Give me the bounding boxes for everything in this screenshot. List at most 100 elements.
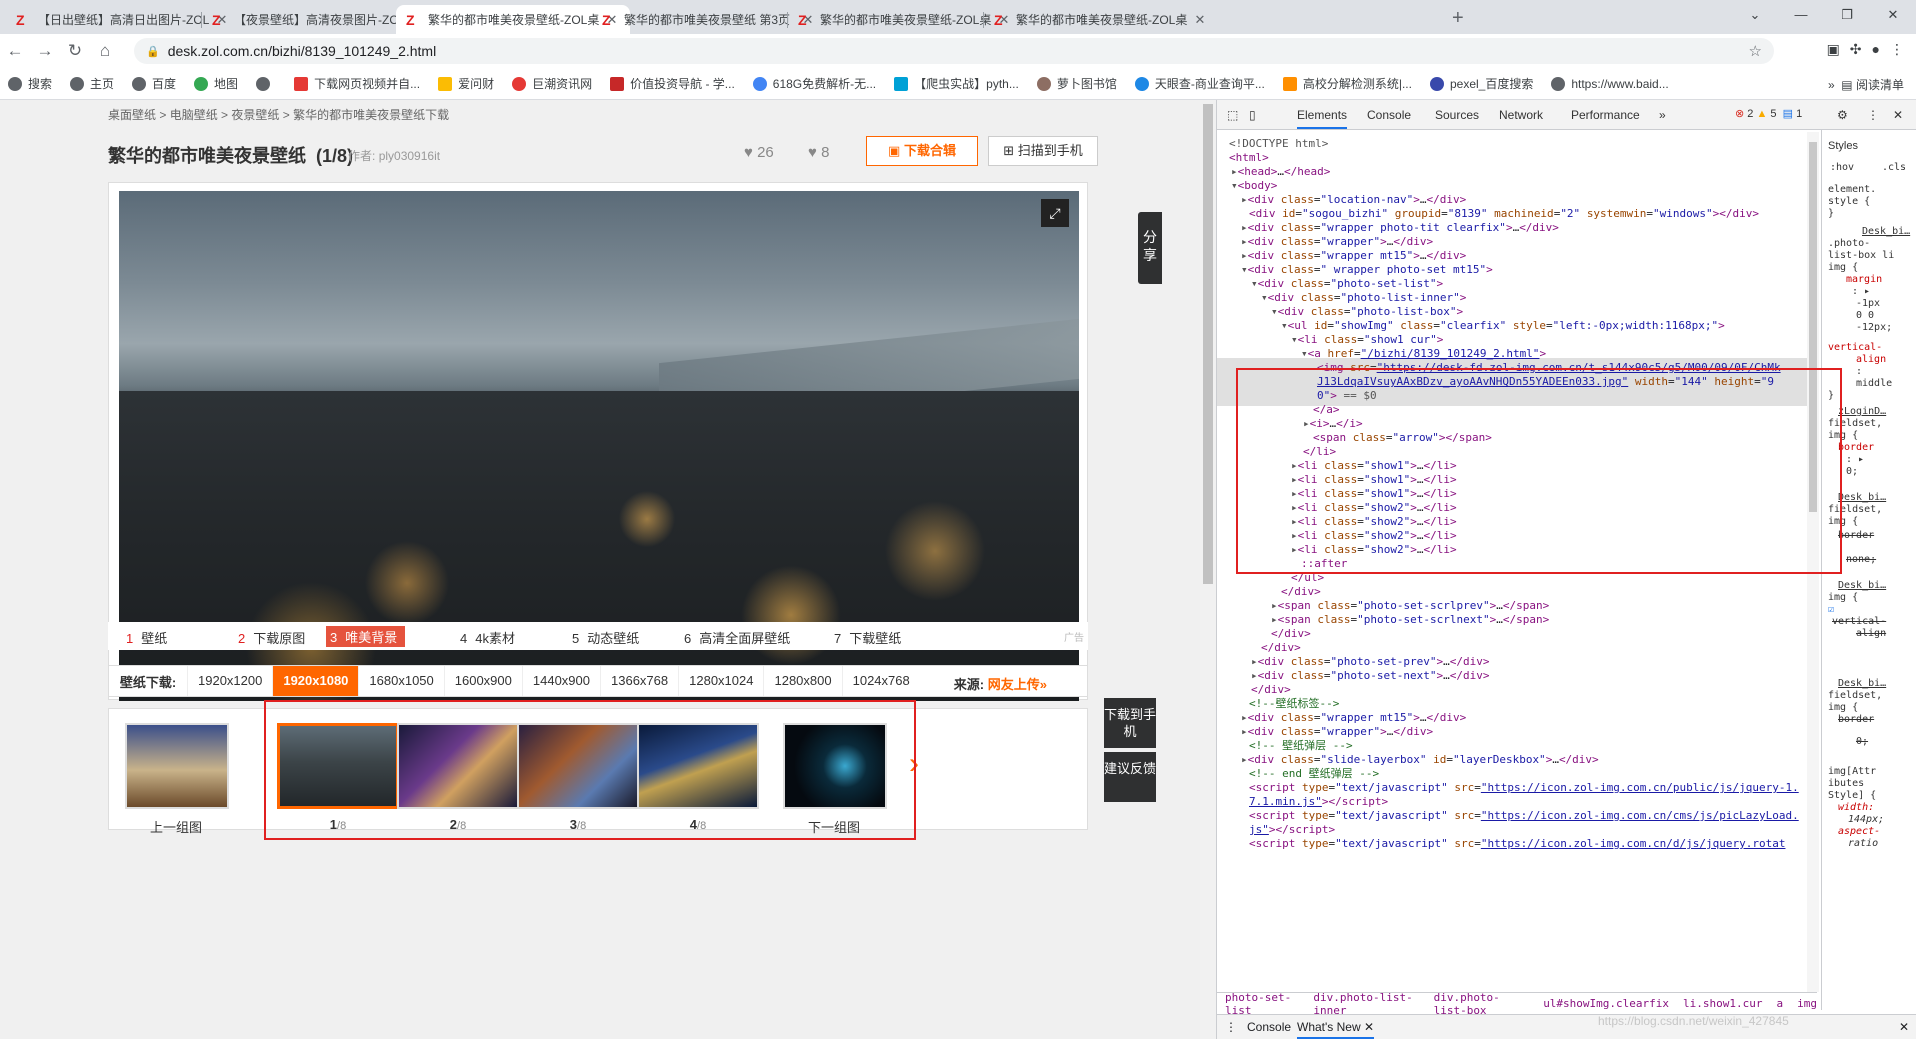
watermark: https://blog.csdn.net/weixin_427845 [1598, 1014, 1789, 1028]
tab-sources[interactable]: Sources [1435, 108, 1479, 122]
share-button[interactable]: 分享 [1138, 212, 1162, 284]
resolution-option[interactable]: 1600x900 [443, 666, 522, 696]
resolution-option[interactable]: 1680x1050 [358, 666, 443, 696]
fullscreen-icon[interactable]: ⤢ [1041, 199, 1069, 227]
prev-group-thumb[interactable] [125, 723, 229, 809]
breadcrumb-link[interactable]: 电脑壁纸 [170, 108, 218, 122]
bookmark-item[interactable]: 萝卜图书馆 [1036, 75, 1117, 92]
feedback-button[interactable]: 建议反馈 [1104, 752, 1156, 802]
minimize-button[interactable]: — [1778, 0, 1824, 34]
drawer-tab-console[interactable]: Console [1247, 1020, 1291, 1034]
hov-toggle[interactable]: :hov [1830, 162, 1854, 173]
tab-network[interactable]: Network [1499, 108, 1543, 122]
resolution-option[interactable]: 1366x768 [600, 666, 678, 696]
download-all-button[interactable]: ▣ 下载合辑 [866, 136, 978, 166]
devtools-menu-icon[interactable]: ⋮ [1867, 108, 1879, 122]
extensions-area: ▣ ✣ ● ⋮ [1827, 41, 1904, 58]
bookmark-item[interactable]: 主页 [70, 75, 114, 92]
tab-performance[interactable]: Performance [1571, 108, 1640, 122]
bookmark-item[interactable]: 618G免费解析-无... [752, 75, 876, 92]
dom-crumb[interactable]: photo-set-list [1225, 991, 1299, 1017]
source-link[interactable]: 网友上传» [988, 677, 1047, 692]
issue-counters[interactable]: ⊗ 2 ▲ 5 ▤ 1 [1735, 107, 1802, 120]
scan-to-phone-button[interactable]: ⊞ 扫描到手机 [988, 136, 1098, 166]
forward-icon[interactable]: → [30, 41, 60, 61]
tab-console[interactable]: Console [1367, 108, 1411, 122]
back-icon[interactable]: ← [0, 41, 30, 61]
page-scrollbar[interactable] [1200, 100, 1216, 1039]
close-drawer-icon[interactable]: ✕ [1899, 1020, 1909, 1034]
close-icon[interactable]: ✕ [1364, 1020, 1374, 1034]
more-tabs-icon[interactable]: » [1659, 108, 1666, 122]
breadcrumb: 桌面壁纸 > 电脑壁纸 > 夜景壁纸 > 繁华的都市唯美夜景壁纸下载 [108, 108, 450, 122]
ad-link[interactable]: 6 高清全面屏壁纸 [684, 628, 790, 647]
bookmark-item[interactable]: 地图 [194, 75, 238, 92]
bookmark-item[interactable]: 巨潮资讯网 [512, 75, 592, 92]
ad-link[interactable]: 1 壁纸 [126, 628, 167, 647]
bookmark-item[interactable]: 价值投资导航 - 学... [610, 75, 735, 92]
dom-crumb[interactable]: li.show1.cur [1683, 997, 1762, 1010]
breadcrumb-link[interactable]: 夜景壁纸 [231, 108, 279, 122]
bookmark-item[interactable]: 搜索 [8, 75, 52, 92]
tab-search-icon[interactable]: ⌄ [1732, 0, 1778, 34]
resolution-option[interactable]: 1920x1200 [187, 666, 272, 696]
bookmark-item[interactable]: 下载网页视频并自... [294, 75, 420, 92]
new-tab-button[interactable]: + [1452, 7, 1464, 30]
like-button[interactable]: ♥ 26 [744, 144, 774, 161]
ad-link[interactable]: 5 动态壁纸 [572, 628, 639, 647]
cls-toggle[interactable]: .cls [1882, 162, 1906, 173]
download-to-phone-button[interactable]: 下载到手机 [1104, 698, 1156, 748]
dom-crumb[interactable]: div.photo-list-box [1434, 991, 1530, 1017]
settings-gear-icon[interactable]: ⚙ [1837, 108, 1848, 122]
ad-link[interactable]: 4 4k素材 [460, 628, 515, 647]
bookmark-item[interactable]: 天眼查-商业查询平... [1134, 75, 1265, 92]
resolution-option[interactable]: 1024x768 [841, 666, 920, 696]
reading-list-button[interactable]: » ▤ 阅读清单 [1828, 76, 1904, 93]
resolution-option[interactable]: 1280x800 [763, 666, 841, 696]
bookmark-item[interactable]: pexel_百度搜索 [1429, 75, 1533, 92]
bookmark-item[interactable] [256, 76, 276, 91]
browser-tab-strip: Z【日出壁纸】高清日出图片-ZOL✕ Z【夜景壁纸】高清夜景图片-ZOL✕ Z繁… [0, 0, 1916, 34]
close-tab-icon[interactable]: ✕ [1192, 12, 1208, 28]
bookmark-item[interactable]: 爱问财 [438, 75, 494, 92]
drawer-menu-icon[interactable]: ⋮ [1225, 1020, 1237, 1034]
tab-elements[interactable]: Elements [1297, 108, 1348, 129]
resolution-option[interactable]: 1440x900 [521, 666, 600, 696]
drawer-tab-whats-new[interactable]: What's New ✕ [1297, 1020, 1375, 1039]
close-window-button[interactable]: ✕ [1870, 0, 1916, 34]
reload-icon[interactable]: ↻ [60, 41, 90, 61]
author: 作者: ply030916it [348, 149, 441, 163]
ad-mark: 广告 [1064, 633, 1084, 644]
dom-crumb[interactable]: div.photo-list-inner [1313, 991, 1419, 1017]
ad-link-highlighted[interactable]: 3 唯美背景 [326, 626, 406, 647]
ad-link[interactable]: 2 下载原图 [238, 628, 305, 647]
side-buttons: 下载到手机 建议反馈 [1104, 698, 1156, 806]
extension-icon[interactable]: ▣ [1827, 41, 1840, 58]
restore-button[interactable]: ❐ [1824, 0, 1870, 34]
breadcrumb-link[interactable]: 桌面壁纸 [108, 108, 156, 122]
dislike-button[interactable]: ♥ 8 [808, 144, 829, 161]
menu-icon[interactable]: ⋮ [1890, 41, 1904, 58]
profile-icon[interactable]: ● [1872, 41, 1880, 58]
inspect-icon[interactable]: ⬚ [1227, 108, 1238, 122]
browser-tab[interactable]: Z 繁华的都市唯美夜景壁纸-ZOL桌 ✕ [984, 5, 1218, 34]
bookmark-item[interactable]: 百度 [132, 75, 176, 92]
dom-crumb[interactable]: img [1797, 997, 1817, 1010]
prev-group-label[interactable]: 上一组图 [115, 817, 237, 836]
styles-tab[interactable]: Styles [1828, 140, 1858, 152]
ad-link[interactable]: 7 下载壁纸 [834, 628, 901, 647]
device-toolbar-icon[interactable]: ▯ [1249, 108, 1256, 122]
bookmark-item[interactable]: https://www.baid... [1551, 76, 1669, 91]
bookmark-star-icon[interactable]: ☆ [1749, 42, 1762, 60]
home-icon[interactable]: ⌂ [90, 41, 120, 61]
bookmark-item[interactable]: 高校分解检测系统|... [1282, 75, 1412, 92]
resolution-option[interactable]: 1280x1024 [678, 666, 763, 696]
address-bar[interactable]: 🔒 desk.zol.com.cn/bizhi/8139_101249_2.ht… [134, 38, 1774, 64]
dom-crumb[interactable]: a [1777, 997, 1784, 1010]
bookmark-item[interactable]: 【爬虫实战】pyth... [894, 75, 1019, 92]
puzzle-icon[interactable]: ✣ [1850, 41, 1862, 58]
resolution-option-selected[interactable]: 1920x1080 [272, 666, 359, 696]
close-devtools-icon[interactable]: ✕ [1893, 108, 1903, 122]
bookmarks-bar: 搜索 主页 百度 地图 下载网页视频并自... 爱问财 巨潮资讯网 价值投资导航… [0, 68, 1916, 100]
dom-crumb[interactable]: ul#showImg.clearfix [1543, 997, 1669, 1010]
